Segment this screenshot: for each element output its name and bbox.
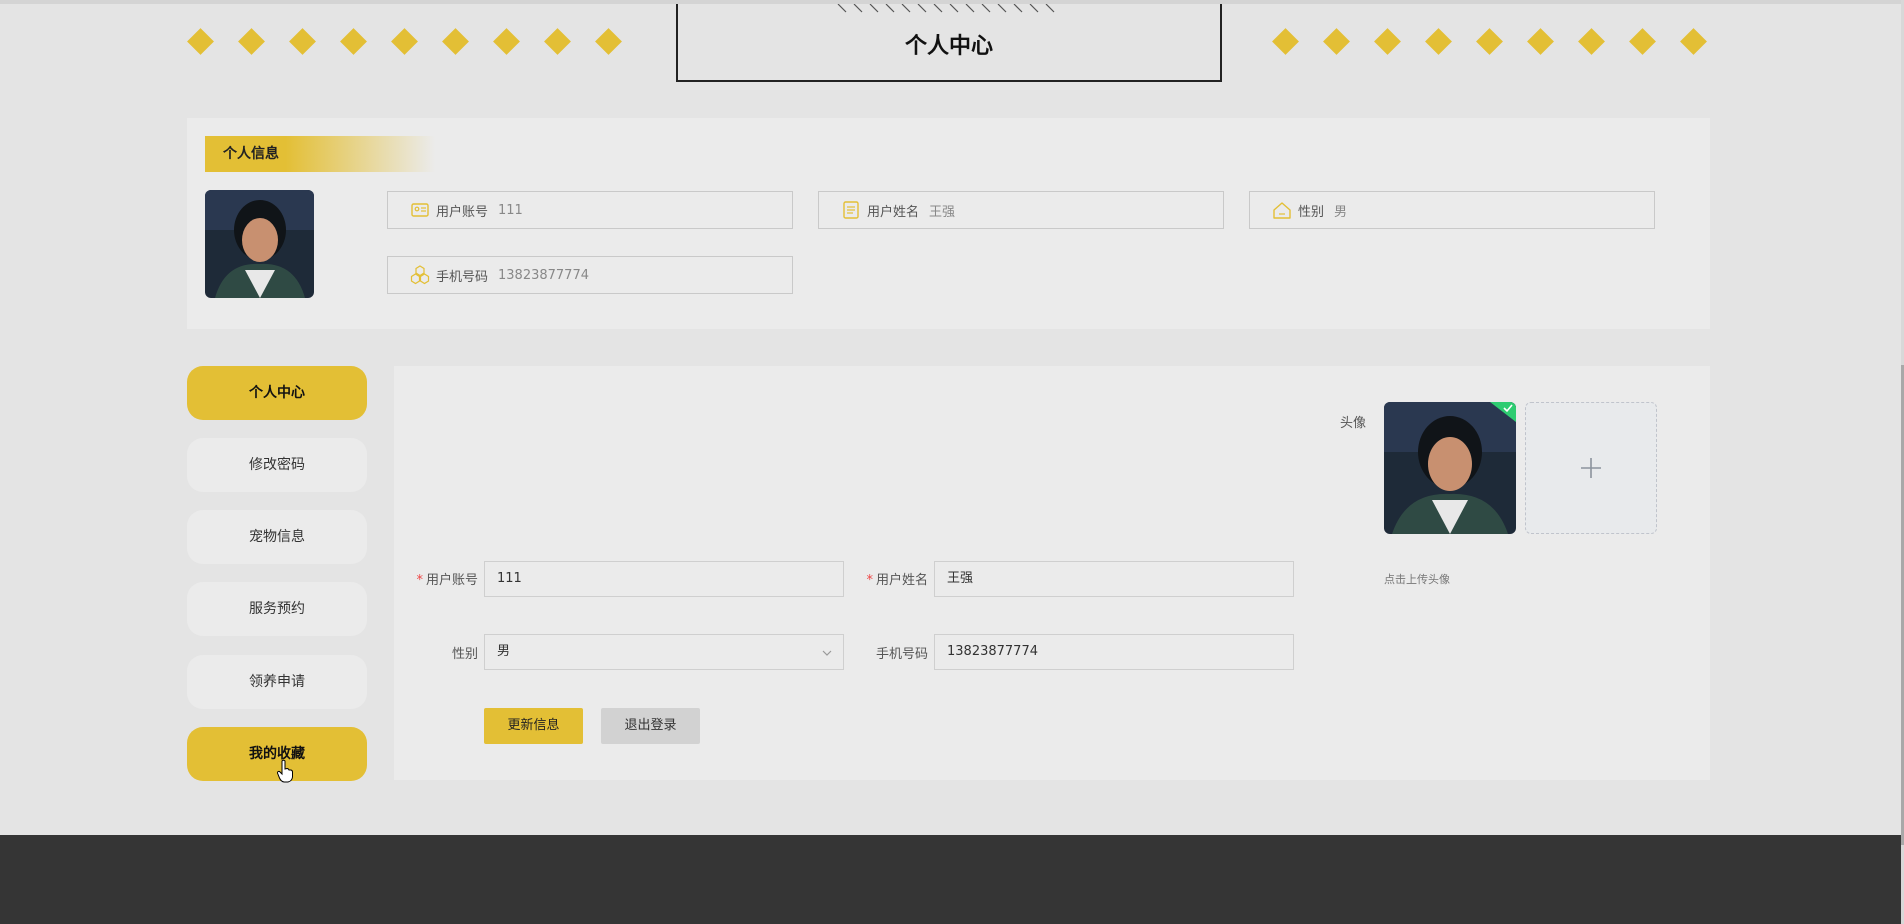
info-account-label: 用户账号 [436,204,489,220]
hatch-decoration [837,4,1055,13]
info-name-field: 用户姓名 王强 [818,191,1224,229]
menu-item-service-booking[interactable]: 服务预约 [187,582,367,636]
info-account-value: 111 [498,202,523,218]
diamond-decoration [1272,28,1299,55]
info-account-field: 用户账号 111 [387,191,793,229]
home-icon [1272,200,1292,220]
diamond-decoration [1323,28,1350,55]
diamond-decoration [1476,28,1503,55]
info-gender-field: 性别 男 [1249,191,1655,229]
avatar-preview[interactable] [1384,402,1516,534]
phone-label: 手机号码 [875,647,928,662]
info-phone-label: 手机号码 [436,269,489,285]
page-title: 个人中心 [904,34,993,59]
avatar [205,190,314,298]
footer [0,835,1904,924]
id-card-icon [410,200,430,220]
info-name-value: 王强 [929,204,956,220]
name-label: * 用户姓名 [844,569,928,588]
account-label: * 用户账号 [394,569,478,588]
plus-icon [1581,458,1601,478]
diamond-decoration [1374,28,1401,55]
menu-item-adoption[interactable]: 领养申请 [187,655,367,709]
account-label-text: 用户账号 [425,573,478,588]
left-diamond-row [187,28,631,55]
personal-info-panel: 个人信息 用户账号 111 用户姓名 王强 性别 男 手机号码 13823877… [187,118,1710,329]
diamond-decoration [187,28,214,55]
diamond-decoration [595,28,622,55]
name-label-text: 用户姓名 [875,573,928,588]
avatar-label: 头像 [1339,416,1366,431]
logout-button[interactable]: 退出登录 [601,708,700,744]
diamond-decoration [1629,28,1656,55]
info-gender-label: 性别 [1298,204,1325,220]
gender-label: 性别 [451,647,478,662]
diamond-decoration [544,28,571,55]
profile-form: 头像 点击上传头像 * 用户账号 111 * 用户姓名 王强 性别 男 手机号码… [394,366,1710,780]
gender-select-value: 男 [497,644,511,659]
required-mark: * [416,573,423,588]
check-icon [1490,402,1516,422]
menu-item-pet-info[interactable]: 宠物信息 [187,510,367,564]
chevron-down-icon [822,650,832,656]
page-title-box: 个人中心 [676,4,1222,82]
menu-item-profile[interactable]: 个人中心 [187,366,367,420]
section-title: 个人信息 [205,136,435,172]
right-diamond-row [1272,28,1716,55]
info-name-label: 用户姓名 [867,204,920,220]
diamond-decoration [1680,28,1707,55]
avatar-image [205,190,314,298]
account-input[interactable]: 111 [484,561,844,597]
diamond-decoration [1425,28,1452,55]
diamond-decoration [493,28,520,55]
phone-input[interactable]: 13823877774 [934,634,1294,670]
required-mark: * [866,573,873,588]
cubes-icon [410,265,430,285]
diamond-decoration [238,28,265,55]
avatar-upload-button[interactable] [1525,402,1657,534]
gender-select[interactable]: 男 [484,634,844,670]
info-phone-field: 手机号码 13823877774 [387,256,793,294]
info-phone-value: 13823877774 [498,267,589,283]
diamond-decoration [1527,28,1554,55]
info-gender-value: 男 [1334,204,1348,220]
avatar-upload-hint: 点击上传头像 [1384,573,1450,586]
diamond-decoration [1578,28,1605,55]
note-icon [841,200,861,220]
update-info-button[interactable]: 更新信息 [484,708,583,744]
menu-item-change-password[interactable]: 修改密码 [187,438,367,492]
name-input[interactable]: 王强 [934,561,1294,597]
diamond-decoration [442,28,469,55]
diamond-decoration [289,28,316,55]
diamond-decoration [340,28,367,55]
hand-cursor-icon [276,759,293,783]
diamond-decoration [391,28,418,55]
